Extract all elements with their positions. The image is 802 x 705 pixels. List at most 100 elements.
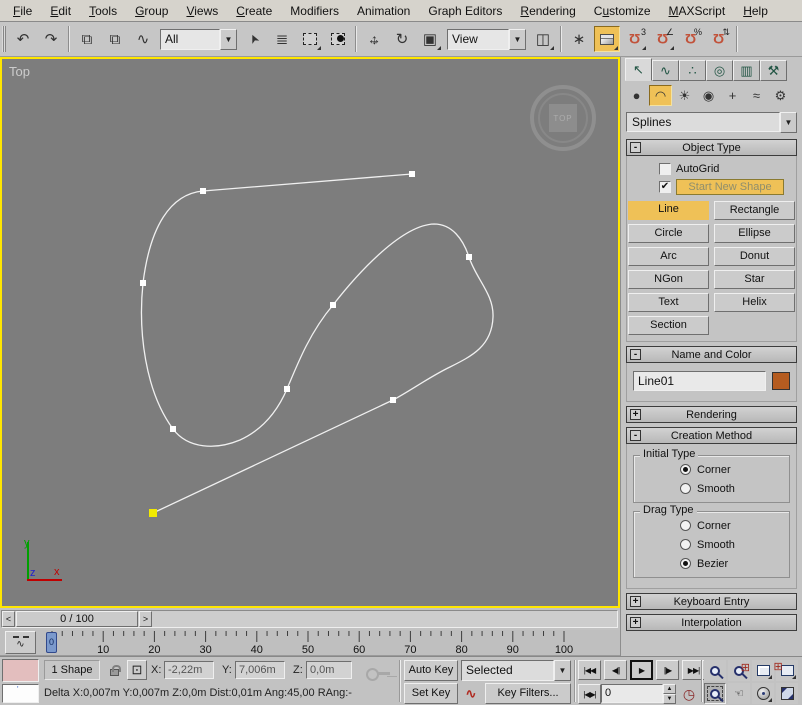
spline-vertex[interactable]	[466, 254, 472, 260]
spacewarps-category[interactable]: ≈	[745, 85, 768, 106]
radio-icon[interactable]	[680, 483, 691, 494]
donut-button[interactable]: Donut	[714, 247, 795, 266]
menu-help[interactable]: Help	[734, 2, 777, 20]
systems-category[interactable]: ⚙	[769, 85, 792, 106]
initial-type-corner-radio[interactable]: Corner	[680, 462, 787, 477]
refcoord-dropdown[interactable]: View▼	[447, 29, 526, 50]
spline-vertex[interactable]	[170, 426, 176, 432]
rollout-creation-method-header[interactable]: - Creation Method	[626, 427, 797, 444]
circle-button[interactable]: Circle	[628, 224, 709, 243]
window-crossing-icon[interactable]	[325, 26, 351, 52]
menu-views[interactable]: Views	[177, 2, 227, 20]
zoom-region-icon[interactable]	[704, 683, 726, 704]
radio-icon[interactable]	[680, 464, 691, 475]
ngon-button[interactable]: NGon	[628, 270, 709, 289]
lights-category[interactable]: ☀	[673, 85, 696, 106]
cameras-category[interactable]: ◉	[697, 85, 720, 106]
motion-tab[interactable]: ◎	[706, 60, 733, 81]
snap-3d-icon[interactable]: Ω3	[622, 26, 648, 52]
select-object-icon[interactable]: ➤	[241, 26, 267, 52]
autogrid-checkbox[interactable]	[659, 163, 671, 175]
spline-vertex[interactable]	[409, 171, 415, 177]
refcoord-dropdown-value[interactable]: View	[447, 29, 509, 50]
subcategory-dropdown[interactable]: Splines ▼	[626, 112, 797, 133]
zoom-icon[interactable]	[704, 660, 726, 681]
menu-graph-editors[interactable]: Graph Editors	[419, 2, 511, 20]
create-key-icon[interactable]	[366, 667, 392, 681]
set-key-button[interactable]: Set Key	[404, 683, 458, 704]
angle-snap-icon[interactable]: Ω∠	[650, 26, 676, 52]
rect-region-icon[interactable]	[297, 26, 323, 52]
unlink-icon[interactable]: ⧉	[102, 26, 128, 52]
go-start-icon[interactable]: |◀◀	[578, 660, 601, 680]
scale-icon[interactable]: ▣	[417, 26, 443, 52]
zoom-extents-icon[interactable]	[752, 660, 774, 681]
object-color-swatch[interactable]	[772, 372, 790, 390]
spline-vertex[interactable]	[284, 386, 290, 392]
helix-button[interactable]: Helix	[714, 293, 795, 312]
undo-icon[interactable]: ↶	[10, 26, 36, 52]
chevron-down-icon[interactable]: ▼	[509, 29, 526, 50]
minmax-toggle-icon[interactable]	[776, 683, 798, 704]
menu-edit[interactable]: Edit	[41, 2, 80, 20]
next-frame-icon[interactable]: ||▶	[656, 660, 679, 680]
spline-vertex[interactable]	[390, 397, 396, 403]
track-bar-ruler[interactable]: 0102030405060708090100	[0, 630, 620, 656]
radio-icon[interactable]	[680, 520, 691, 531]
radio-icon[interactable]	[680, 539, 691, 550]
ellipse-button[interactable]: Ellipse	[714, 224, 795, 243]
arc-button[interactable]: Arc	[628, 247, 709, 266]
menu-file[interactable]: File	[4, 2, 41, 20]
key-filters-button[interactable]: Key Filters...	[485, 683, 571, 704]
shapes-category[interactable]: ◠	[649, 85, 672, 106]
drag-type-smooth-radio[interactable]: Smooth	[680, 537, 787, 552]
subcategory-value[interactable]: Splines	[626, 112, 780, 132]
selection-set-value[interactable]: Selected	[461, 660, 554, 681]
menu-create[interactable]: Create	[227, 2, 281, 20]
key-mode-icon[interactable]: |◀▶|	[578, 684, 601, 704]
zoom-extents-all-icon[interactable]	[776, 660, 798, 681]
prev-frame-icon[interactable]: ◀||	[604, 660, 627, 680]
spline-vertex[interactable]	[140, 280, 146, 286]
star-button[interactable]: Star	[714, 270, 795, 289]
y-coord-field[interactable]: 7,006m	[235, 661, 285, 679]
select-by-name-icon[interactable]: ≣	[269, 26, 295, 52]
x-coord-field[interactable]: -2,22m	[164, 661, 214, 679]
hierarchy-tab[interactable]: ∴	[679, 60, 706, 81]
start-new-shape-button[interactable]: Start New Shape	[676, 179, 784, 195]
zoom-all-icon[interactable]	[728, 660, 750, 681]
drag-type-bezier-radio[interactable]: Bezier	[680, 556, 787, 571]
rotate-icon[interactable]: ↻	[389, 26, 415, 52]
chevron-down-icon[interactable]: ▼	[780, 112, 797, 133]
menu-rendering[interactable]: Rendering	[511, 2, 584, 20]
spline-end-vertex[interactable]	[149, 509, 157, 517]
spinner-snap-icon[interactable]: Ω⇅	[706, 26, 732, 52]
modify-tab[interactable]: ∿	[652, 60, 679, 81]
menu-modifiers[interactable]: Modifiers	[281, 2, 348, 20]
rollout-keyboard-entry-header[interactable]: + Keyboard Entry	[626, 593, 797, 610]
frame-spinner[interactable]: ▲▼	[663, 684, 676, 703]
section-button[interactable]: Section	[628, 316, 709, 335]
chevron-down-icon[interactable]: ▼	[554, 660, 571, 681]
create-tab[interactable]: ↖	[625, 58, 652, 81]
menu-tools[interactable]: Tools	[80, 2, 126, 20]
geometry-category[interactable]: ●	[625, 85, 648, 106]
current-frame-field[interactable]: 0	[601, 684, 663, 703]
select-link-icon[interactable]: ⧉	[74, 26, 100, 52]
line-button[interactable]: Line	[628, 201, 709, 220]
helpers-category[interactable]: +	[721, 85, 744, 106]
rollout-interpolation-header[interactable]: + Interpolation	[626, 614, 797, 631]
new-key-filter-icon[interactable]: ∿	[461, 683, 481, 704]
spline-vertex[interactable]	[330, 302, 336, 308]
percent-snap-icon[interactable]: Ω%	[678, 26, 704, 52]
radio-icon[interactable]	[680, 558, 691, 569]
rollout-rendering-header[interactable]: + Rendering	[626, 406, 797, 423]
drag-type-corner-radio[interactable]: Corner	[680, 518, 787, 533]
rollout-object-type-header[interactable]: - Object Type	[626, 139, 797, 156]
chevron-down-icon[interactable]: ▼	[220, 29, 237, 50]
utilities-tab[interactable]: ⚒	[760, 60, 787, 81]
selection-filter-dropdown[interactable]: All▼	[160, 29, 237, 50]
selection-lock-toggle[interactable]	[104, 660, 124, 680]
spline-vertex[interactable]	[200, 188, 206, 194]
bind-spacewarp-icon[interactable]: ∿	[130, 26, 156, 52]
